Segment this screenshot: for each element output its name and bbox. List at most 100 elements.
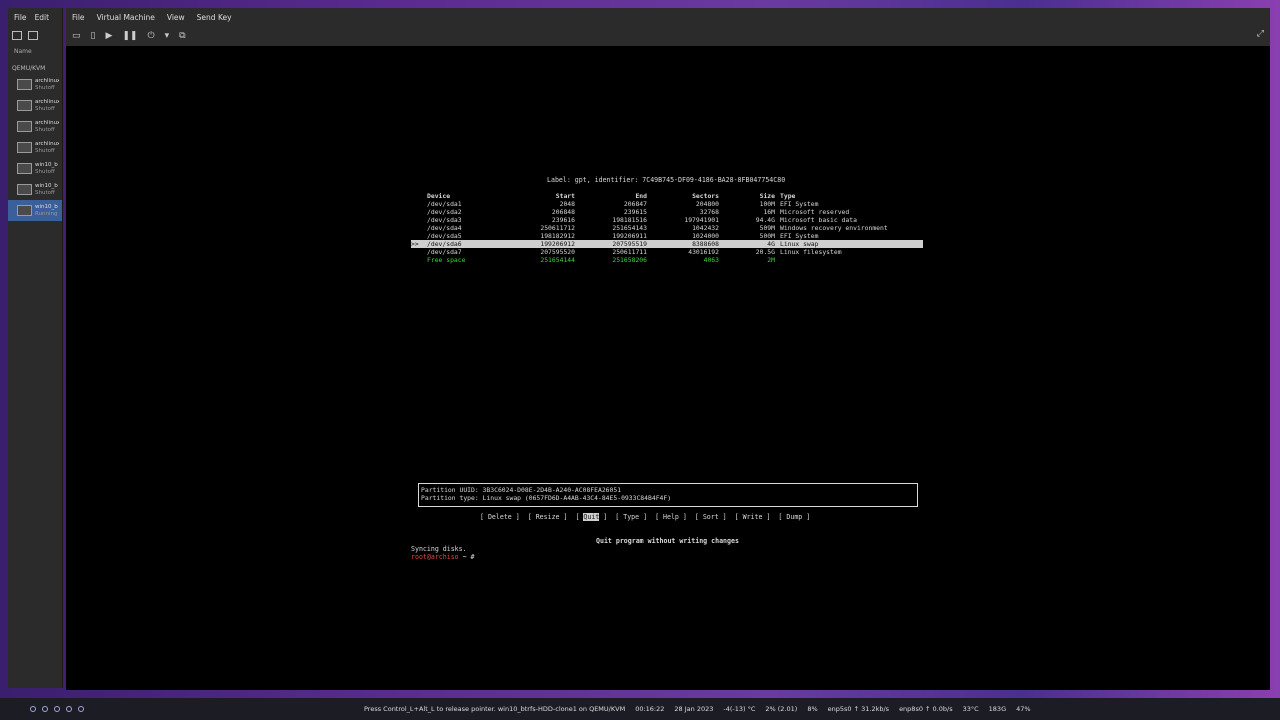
- partition-sectors: 204800: [695, 200, 719, 208]
- partition-row[interactable]: /dev/sda3 239616 198181516 197941901 94.4G Mi…: [411, 216, 923, 224]
- partition-end: 206847: [623, 200, 647, 208]
- clock-time[interactable]: 00:16:22: [635, 705, 664, 713]
- cfdisk-button-bar: [ Delete ] [ Resize ] [ Quit ] [ Type ] [ He…: [480, 513, 810, 521]
- cfdisk-dump-button[interactable]: [ Dump ]: [778, 513, 810, 521]
- vm-status: Shutoff: [35, 168, 55, 175]
- partition-info-box: Partition UUID: 3B3C6024-D08E-2D4B-A240-…: [418, 483, 918, 507]
- vm-list-text: win10_b Running: [35, 204, 59, 218]
- vm-list-item[interactable]: archlinux Shutoff: [8, 74, 62, 95]
- column-header-name[interactable]: Name: [8, 44, 62, 59]
- partition-sectors: 43016192: [688, 248, 719, 256]
- cpu-temp[interactable]: 33°C: [963, 705, 979, 713]
- cfdisk-write-button[interactable]: [ Write ]: [735, 513, 771, 521]
- cfdisk-quit-button[interactable]: [ Quit ]: [575, 513, 607, 521]
- monitor-icon: [17, 79, 32, 90]
- header-sectors: Sectors: [692, 192, 719, 200]
- partition-start: 239616: [551, 216, 575, 224]
- show-details-icon[interactable]: ▯: [91, 31, 96, 41]
- vm-list-item[interactable]: win10_b Shutoff: [8, 158, 62, 179]
- cfdisk-type-button[interactable]: [ Type ]: [615, 513, 647, 521]
- fullscreen-icon[interactable]: ⤢: [1257, 29, 1264, 39]
- partition-row[interactable]: /dev/sda4 250611712 251654143 1042432 509M Wi…: [411, 224, 923, 232]
- connection-label[interactable]: QEMU/KVM: [8, 59, 62, 74]
- launcher-icon[interactable]: [66, 706, 72, 712]
- monitor-icon: [17, 205, 32, 216]
- guest-screen[interactable]: Label: gpt, identifier: 7C49B745-DF09-41…: [66, 46, 1270, 690]
- vm-name: win10_b: [35, 182, 58, 189]
- battery-level[interactable]: 47%: [1016, 705, 1030, 713]
- pause-icon[interactable]: ❚❚: [122, 31, 137, 41]
- button-label: Resize: [535, 513, 560, 521]
- vm-menu-file[interactable]: File: [72, 13, 85, 22]
- button-label: Quit: [583, 513, 600, 521]
- open-console-icon[interactable]: [28, 30, 38, 40]
- partition-type-cell: Windows recovery environment: [780, 224, 888, 232]
- partition-type-cell: Linux filesystem: [780, 248, 842, 256]
- network-enp8s0[interactable]: enp8s0 ↑ 0.0b/s: [899, 705, 953, 713]
- partition-end: 198181516: [612, 216, 647, 224]
- vm-list-item[interactable]: win10_b Shutoff: [8, 179, 62, 200]
- launcher-icon[interactable]: [42, 706, 48, 712]
- taskbar-launchers: [0, 706, 84, 712]
- partition-row[interactable]: /dev/sda5 198182912 199206911 1024000 500M EF…: [411, 232, 923, 240]
- cfdisk-help-button[interactable]: [ Help ]: [655, 513, 687, 521]
- launcher-icon[interactable]: [30, 706, 36, 712]
- vm-status: Shutoff: [35, 189, 55, 196]
- weather-temp[interactable]: -4(-13) °C: [723, 705, 755, 713]
- partition-row[interactable]: Free space 251654144 251658206 4063 2M: [411, 256, 923, 264]
- partition-start: 198182912: [540, 232, 575, 240]
- partition-size: 4G: [767, 240, 775, 248]
- memory-usage[interactable]: 8%: [807, 705, 817, 713]
- cfdisk-sort-button[interactable]: [ Sort ]: [695, 513, 727, 521]
- snapshots-icon[interactable]: ⧉: [179, 31, 185, 41]
- partition-end: 239615: [623, 208, 647, 216]
- menu-edit[interactable]: Edit: [35, 13, 50, 22]
- header-start: Start: [555, 192, 575, 200]
- disk-label-line: Label: gpt, identifier: 7C49B745-DF09-41…: [547, 176, 786, 184]
- vm-status: Running: [35, 210, 58, 217]
- clock-date[interactable]: 28 Jan 2023: [674, 705, 713, 713]
- vm-list-item[interactable]: archlinux Shutoff: [8, 95, 62, 116]
- cfdisk-delete-button[interactable]: [ Delete ]: [480, 513, 520, 521]
- prompt-rest: ~ #: [458, 553, 475, 561]
- partition-row[interactable]: /dev/sda7 207595520 250611711 43016192 20.5G…: [411, 248, 923, 256]
- manager-toolbar: [8, 26, 62, 44]
- vm-menu-send-key[interactable]: Send Key: [197, 13, 232, 22]
- network-enp5s0[interactable]: enp5s0 ↑ 31.2kb/s: [828, 705, 889, 713]
- vm-list: archlinux Shutoff archlinux Shutoff archlinu…: [8, 74, 62, 221]
- partition-uuid: Partition UUID: 3B3C6024-D08E-2D4B-A240-…: [421, 486, 622, 494]
- vm-list-item[interactable]: archlinux Shutoff: [8, 116, 62, 137]
- vm-status: Shutoff: [35, 126, 55, 133]
- partition-size: 2M: [767, 256, 775, 264]
- vm-name: win10_b: [35, 161, 58, 168]
- vm-menu-virtual-machine[interactable]: Virtual Machine: [97, 13, 155, 22]
- run-icon[interactable]: ▶: [105, 31, 112, 41]
- menu-file[interactable]: File: [14, 13, 27, 22]
- vm-status: Shutoff: [35, 105, 55, 112]
- partition-size: 16M: [763, 208, 775, 216]
- vm-menu-view[interactable]: View: [167, 13, 185, 22]
- button-label: Write: [742, 513, 763, 521]
- partition-row[interactable]: /dev/sda1 2048 206847 204800 100M EFI System: [411, 200, 923, 208]
- power-icon[interactable]: ⏻: [147, 31, 154, 41]
- partition-size: 94.4G: [755, 216, 775, 224]
- selection-marker: >>: [411, 240, 419, 248]
- partition-start: 206848: [551, 208, 575, 216]
- vm-list-item[interactable]: archlinux Shutoff: [8, 137, 62, 158]
- partition-row[interactable]: >> /dev/sda6 199206912 207595519 8388608 4G Li…: [411, 240, 923, 248]
- launcher-icon[interactable]: [78, 706, 84, 712]
- vm-list-item[interactable]: win10_b Running: [8, 200, 62, 221]
- shell-prompt[interactable]: root@archiso ~ #: [411, 553, 475, 561]
- show-console-icon[interactable]: ▭: [72, 31, 81, 41]
- launcher-icon[interactable]: [54, 706, 60, 712]
- partition-device: /dev/sda1: [427, 200, 462, 208]
- new-vm-icon[interactable]: [12, 30, 22, 40]
- power-dropdown-icon[interactable]: ▾: [165, 31, 170, 41]
- cfdisk-resize-button[interactable]: [ Resize ]: [528, 513, 568, 521]
- header-device: Device: [427, 192, 451, 200]
- partition-sectors: 197941901: [684, 216, 719, 224]
- button-label: Dump: [786, 513, 803, 521]
- cpu-load[interactable]: 2% (2.01): [765, 705, 797, 713]
- disk-free[interactable]: 183G: [989, 705, 1006, 713]
- partition-row[interactable]: /dev/sda2 206848 239615 32768 16M Microsoft r…: [411, 208, 923, 216]
